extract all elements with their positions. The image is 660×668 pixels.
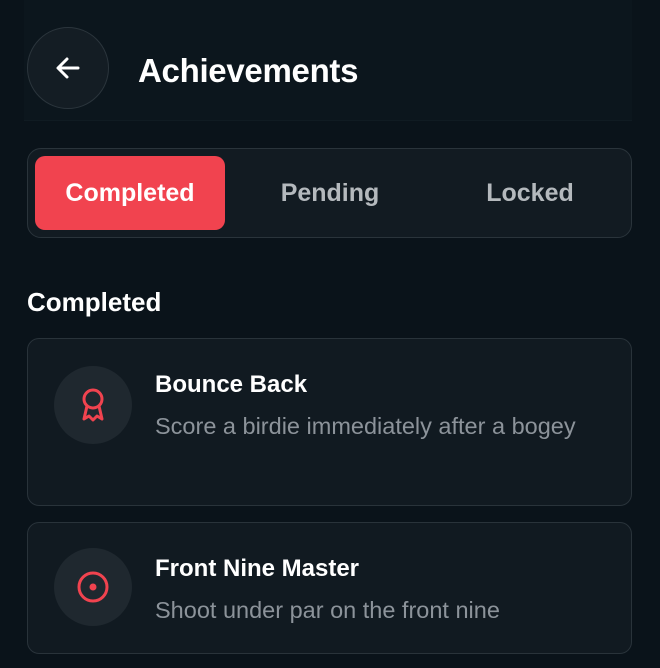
achievement-title: Front Nine Master xyxy=(155,555,360,582)
achievement-icon-badge xyxy=(54,548,132,626)
achievement-icon-badge xyxy=(54,366,132,444)
back-button[interactable] xyxy=(27,27,109,109)
tab-locked[interactable]: Locked xyxy=(430,156,630,230)
tab-pending[interactable]: Pending xyxy=(230,156,430,230)
achievement-title: Bounce Back xyxy=(155,371,308,398)
achievement-card[interactable]: Bounce Back Score a birdie immediately a… xyxy=(27,338,632,506)
tab-bar: Completed Pending Locked xyxy=(27,148,632,238)
page-title: Achievements xyxy=(138,52,359,89)
achievements-screen: Achievements Completed Pending Locked Co… xyxy=(0,0,660,668)
tab-completed[interactable]: Completed xyxy=(35,156,225,230)
achievement-description: Shoot under par on the front nine xyxy=(155,597,500,623)
award-ribbon-icon xyxy=(82,388,104,422)
arrow-left-icon xyxy=(56,57,80,79)
target-icon xyxy=(77,571,109,603)
section-title: Completed xyxy=(27,287,162,317)
achievement-card[interactable]: Front Nine Master Shoot under par on the… xyxy=(27,522,632,654)
achievement-description: Score a birdie immediately after a bogey xyxy=(155,413,576,439)
